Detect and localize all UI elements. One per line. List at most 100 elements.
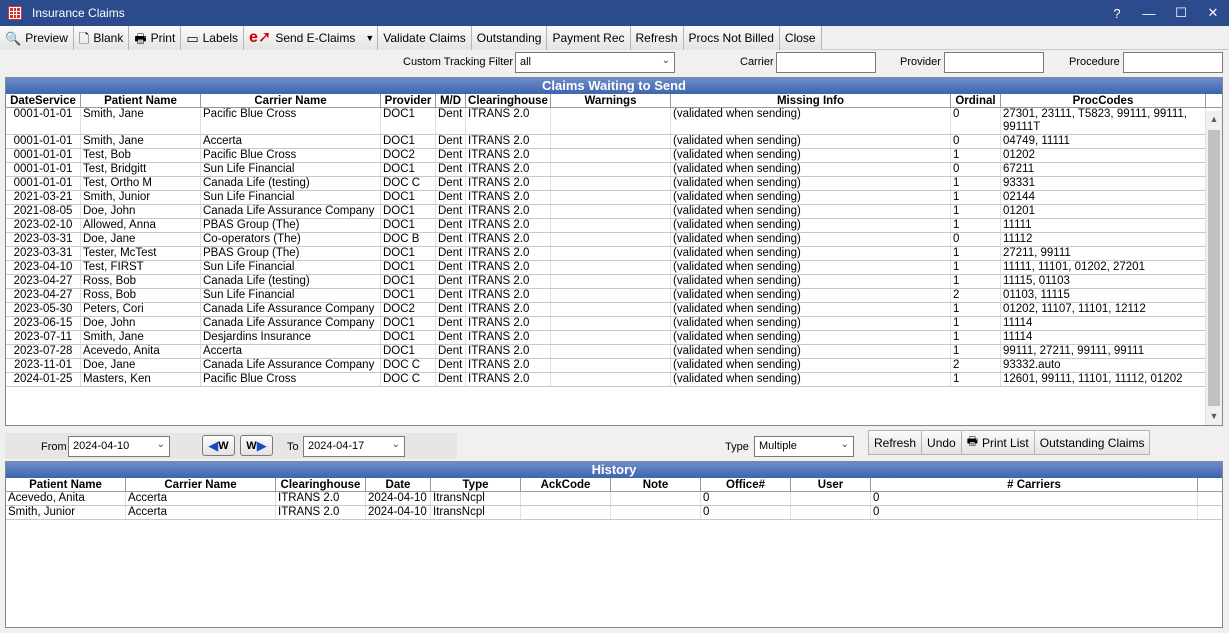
col-header[interactable]: Patient Name [81,94,201,107]
claim-cell: 11114 [1001,331,1206,344]
claim-row[interactable]: 2023-11-01 Doe, Jane Canada Life Assurance… [6,359,1222,373]
claim-cell: Allowed, Anna [81,219,201,232]
undo-button[interactable]: Undo [922,430,962,455]
claim-cell: 0001-01-01 [6,163,81,176]
from-date-picker[interactable]: 2024-04-10 ⌄ [68,436,170,457]
history-row[interactable]: Smith, Junior Accerta ITRANS 2.0 2024-04-10… [6,506,1222,520]
col-header[interactable]: Clearinghouse [466,94,551,107]
claim-row[interactable]: 0001-01-01 Test, Bob Pacific Blue Cross DOC… [6,149,1222,163]
send-eclaims-button[interactable]: e➚ Send E-Claims ▼ [244,26,379,50]
claim-cell [551,233,671,246]
claim-cell: 0 [951,135,1001,148]
blank-button[interactable]: 🗋 Blank [73,26,130,50]
claim-cell: 2023-07-28 [6,345,81,358]
claim-row[interactable]: 0001-01-01 Test, Ortho M Canada Life (test… [6,177,1222,191]
refresh-toolbar-button[interactable]: Refresh [630,26,684,50]
claim-cell: 1 [951,177,1001,190]
claim-row[interactable]: 2023-06-15 Doe, John Canada Life Assurance… [6,317,1222,331]
close-button[interactable]: Close [779,26,822,50]
claims-scrollbar[interactable]: ▲ ▼ [1205,111,1222,425]
claim-cell: 1 [951,303,1001,316]
scroll-thumb[interactable] [1208,130,1220,406]
col-header[interactable]: Carrier Name [126,478,276,491]
carrier-input[interactable] [776,52,876,73]
claim-cell [551,317,671,330]
claim-row[interactable]: 2021-08-05 Doe, John Canada Life Assurance… [6,205,1222,219]
claim-cell [551,191,671,204]
col-header[interactable]: Type [431,478,521,491]
claim-cell: Accerta [201,345,381,358]
claim-cell: 2023-02-10 [6,219,81,232]
payment-rec-button[interactable]: Payment Rec [547,26,631,50]
scroll-up-icon[interactable]: ▲ [1206,111,1222,128]
claim-cell: Ross, Bob [81,289,201,302]
claim-cell: 0001-01-01 [6,149,81,162]
col-header[interactable]: Date [366,478,431,491]
outstanding-button[interactable]: Outstanding [471,26,548,50]
claim-cell: Canada Life Assurance Company [201,359,381,372]
claim-row[interactable]: 0001-01-01 Smith, Jane Pacific Blue Cross D… [6,108,1222,135]
claim-row[interactable]: 2023-04-27 Ross, Bob Sun Life Financial DOC… [6,289,1222,303]
col-header[interactable]: Office# [701,478,791,491]
previous-week-button[interactable]: ◀ W [202,435,235,456]
col-header[interactable]: User [791,478,871,491]
outstanding-claims-button[interactable]: Outstanding Claims [1034,430,1151,455]
col-header[interactable]: Missing Info [671,94,951,107]
claim-cell [551,275,671,288]
claim-cell: Dent [436,205,466,218]
col-header[interactable]: ProcCodes [1001,94,1206,107]
claim-row[interactable]: 2023-07-28 Acevedo, Anita Accerta DOC1 Dent I… [6,345,1222,359]
claim-row[interactable]: 2023-07-11 Smith, Jane Desjardins Insuranc… [6,331,1222,345]
preview-button[interactable]: 🔍 Preview [0,26,74,50]
history-refresh-button[interactable]: Refresh [868,430,923,455]
col-header[interactable]: DateService [6,94,81,107]
print-list-button[interactable]: 🖶 Print List [961,430,1035,455]
col-header[interactable]: Warnings [551,94,671,107]
col-header[interactable]: Ordinal [951,94,1001,107]
claim-row[interactable]: 2023-04-27 Ross, Bob Canada Life (testing)… [6,275,1222,289]
claim-row[interactable]: 2023-03-31 Doe, Jane Co-operators (The) DOC… [6,233,1222,247]
minimize-button[interactable]: — [1133,0,1165,26]
chevron-down-icon[interactable]: ▼ [365,33,374,43]
close-window-button[interactable]: ✕ [1197,0,1229,26]
claim-row[interactable]: 2024-01-25 Masters, Ken Pacific Blue Cross… [6,373,1222,387]
col-header[interactable]: Clearinghouse [276,478,366,491]
col-header[interactable]: Patient Name [6,478,126,491]
col-header[interactable]: Provider [381,94,436,107]
to-date-picker[interactable]: 2024-04-17 ⌄ [303,436,405,457]
procedure-input[interactable] [1123,52,1223,73]
claim-cell: Dent [436,149,466,162]
claim-row[interactable]: 0001-01-01 Test, Bridgitt Sun Life Financi… [6,163,1222,177]
col-header[interactable]: Carrier Name [201,94,381,107]
claim-row[interactable]: 2023-02-10 Allowed, Anna PBAS Group (The) D… [6,219,1222,233]
col-header[interactable]: # Carriers [871,478,1198,491]
claim-row[interactable]: 2021-03-21 Smith, Junior Sun Life Financia… [6,191,1222,205]
custom-tracking-select[interactable]: all ⌄ [515,52,675,73]
claim-cell: (validated when sending) [671,261,951,274]
claim-row[interactable]: 2023-03-31 Tester, McTest PBAS Group (The)… [6,247,1222,261]
history-cell: ITRANS 2.0 [276,506,366,519]
help-button[interactable]: ? [1101,0,1133,26]
col-header[interactable]: M/D [436,94,466,107]
from-label: From [41,441,67,453]
claim-row[interactable]: 0001-01-01 Smith, Jane Accerta DOC1 Dent ITRA… [6,135,1222,149]
procs-not-billed-button[interactable]: Procs Not Billed [683,26,780,50]
provider-input[interactable] [944,52,1044,73]
claim-cell: 2023-05-30 [6,303,81,316]
type-select[interactable]: Multiple ⌄ [754,436,854,457]
claim-row[interactable]: 2023-05-30 Peters, Cori Canada Life Assura… [6,303,1222,317]
claim-cell [551,108,671,134]
validate-claims-button[interactable]: Validate Claims [378,26,472,50]
history-row[interactable]: Acevedo, Anita Accerta ITRANS 2.0 2024-04-1… [6,492,1222,506]
col-header[interactable]: AckCode [521,478,611,491]
claim-row[interactable]: 2023-04-10 Test, FIRST Sun Life Financial D… [6,261,1222,275]
carrier-label: Carrier [740,56,774,68]
print-button[interactable]: 🖶 Print [129,26,182,50]
labels-button[interactable]: ▭ Labels [181,26,244,50]
maximize-button[interactable]: ☐ [1165,0,1197,26]
next-week-button[interactable]: W ▶ [240,435,273,456]
scroll-down-icon[interactable]: ▼ [1206,408,1222,425]
print-label: Print [150,31,176,45]
claim-cell: 11115, 01103 [1001,275,1206,288]
col-header[interactable]: Note [611,478,701,491]
